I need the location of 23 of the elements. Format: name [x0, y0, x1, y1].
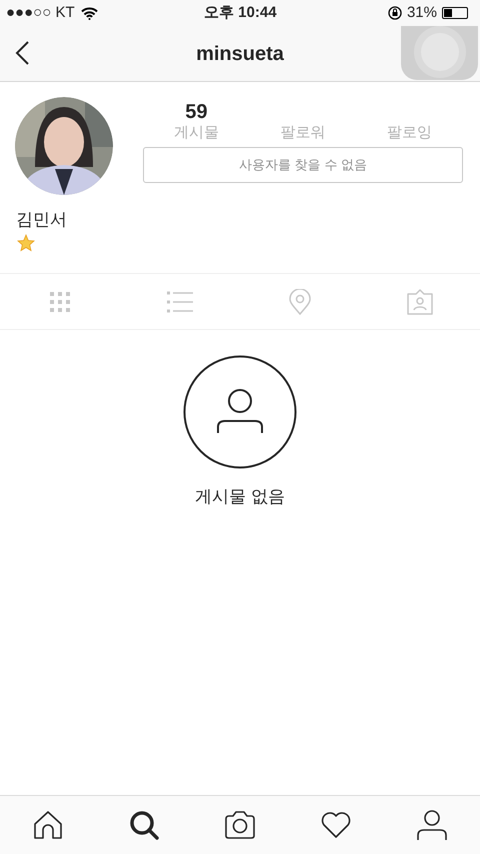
- battery-percent: 31%: [406, 2, 437, 23]
- glowing-star-icon: [16, 233, 36, 253]
- heart-icon[interactable]: [320, 809, 352, 841]
- profile-icon[interactable]: [416, 809, 448, 841]
- stat-count: 59: [185, 101, 208, 123]
- wifi-icon: [80, 6, 98, 20]
- stat-label: 팔로잉: [387, 123, 432, 143]
- stat-label: 게시물: [174, 123, 219, 143]
- rotation-lock-icon: [388, 6, 402, 20]
- profile-name: 김민서: [16, 209, 68, 231]
- user-not-found-button[interactable]: 사용자를 찾을 수 없음: [143, 147, 463, 183]
- clock: 오후 10:44: [204, 2, 277, 23]
- empty-profile-icon: [183, 355, 297, 469]
- back-button[interactable]: [14, 40, 30, 66]
- home-icon[interactable]: [32, 809, 64, 841]
- carrier-label: ●●●○○ KT: [6, 2, 75, 23]
- profile-username: minsueta: [196, 42, 284, 66]
- search-icon[interactable]: [128, 809, 160, 841]
- stat-label: 팔로워: [280, 123, 326, 143]
- back-icon: [14, 40, 30, 66]
- camera-icon[interactable]: [224, 809, 256, 841]
- battery-icon: [442, 7, 468, 19]
- no-posts-message: 게시물 없음: [195, 486, 285, 508]
